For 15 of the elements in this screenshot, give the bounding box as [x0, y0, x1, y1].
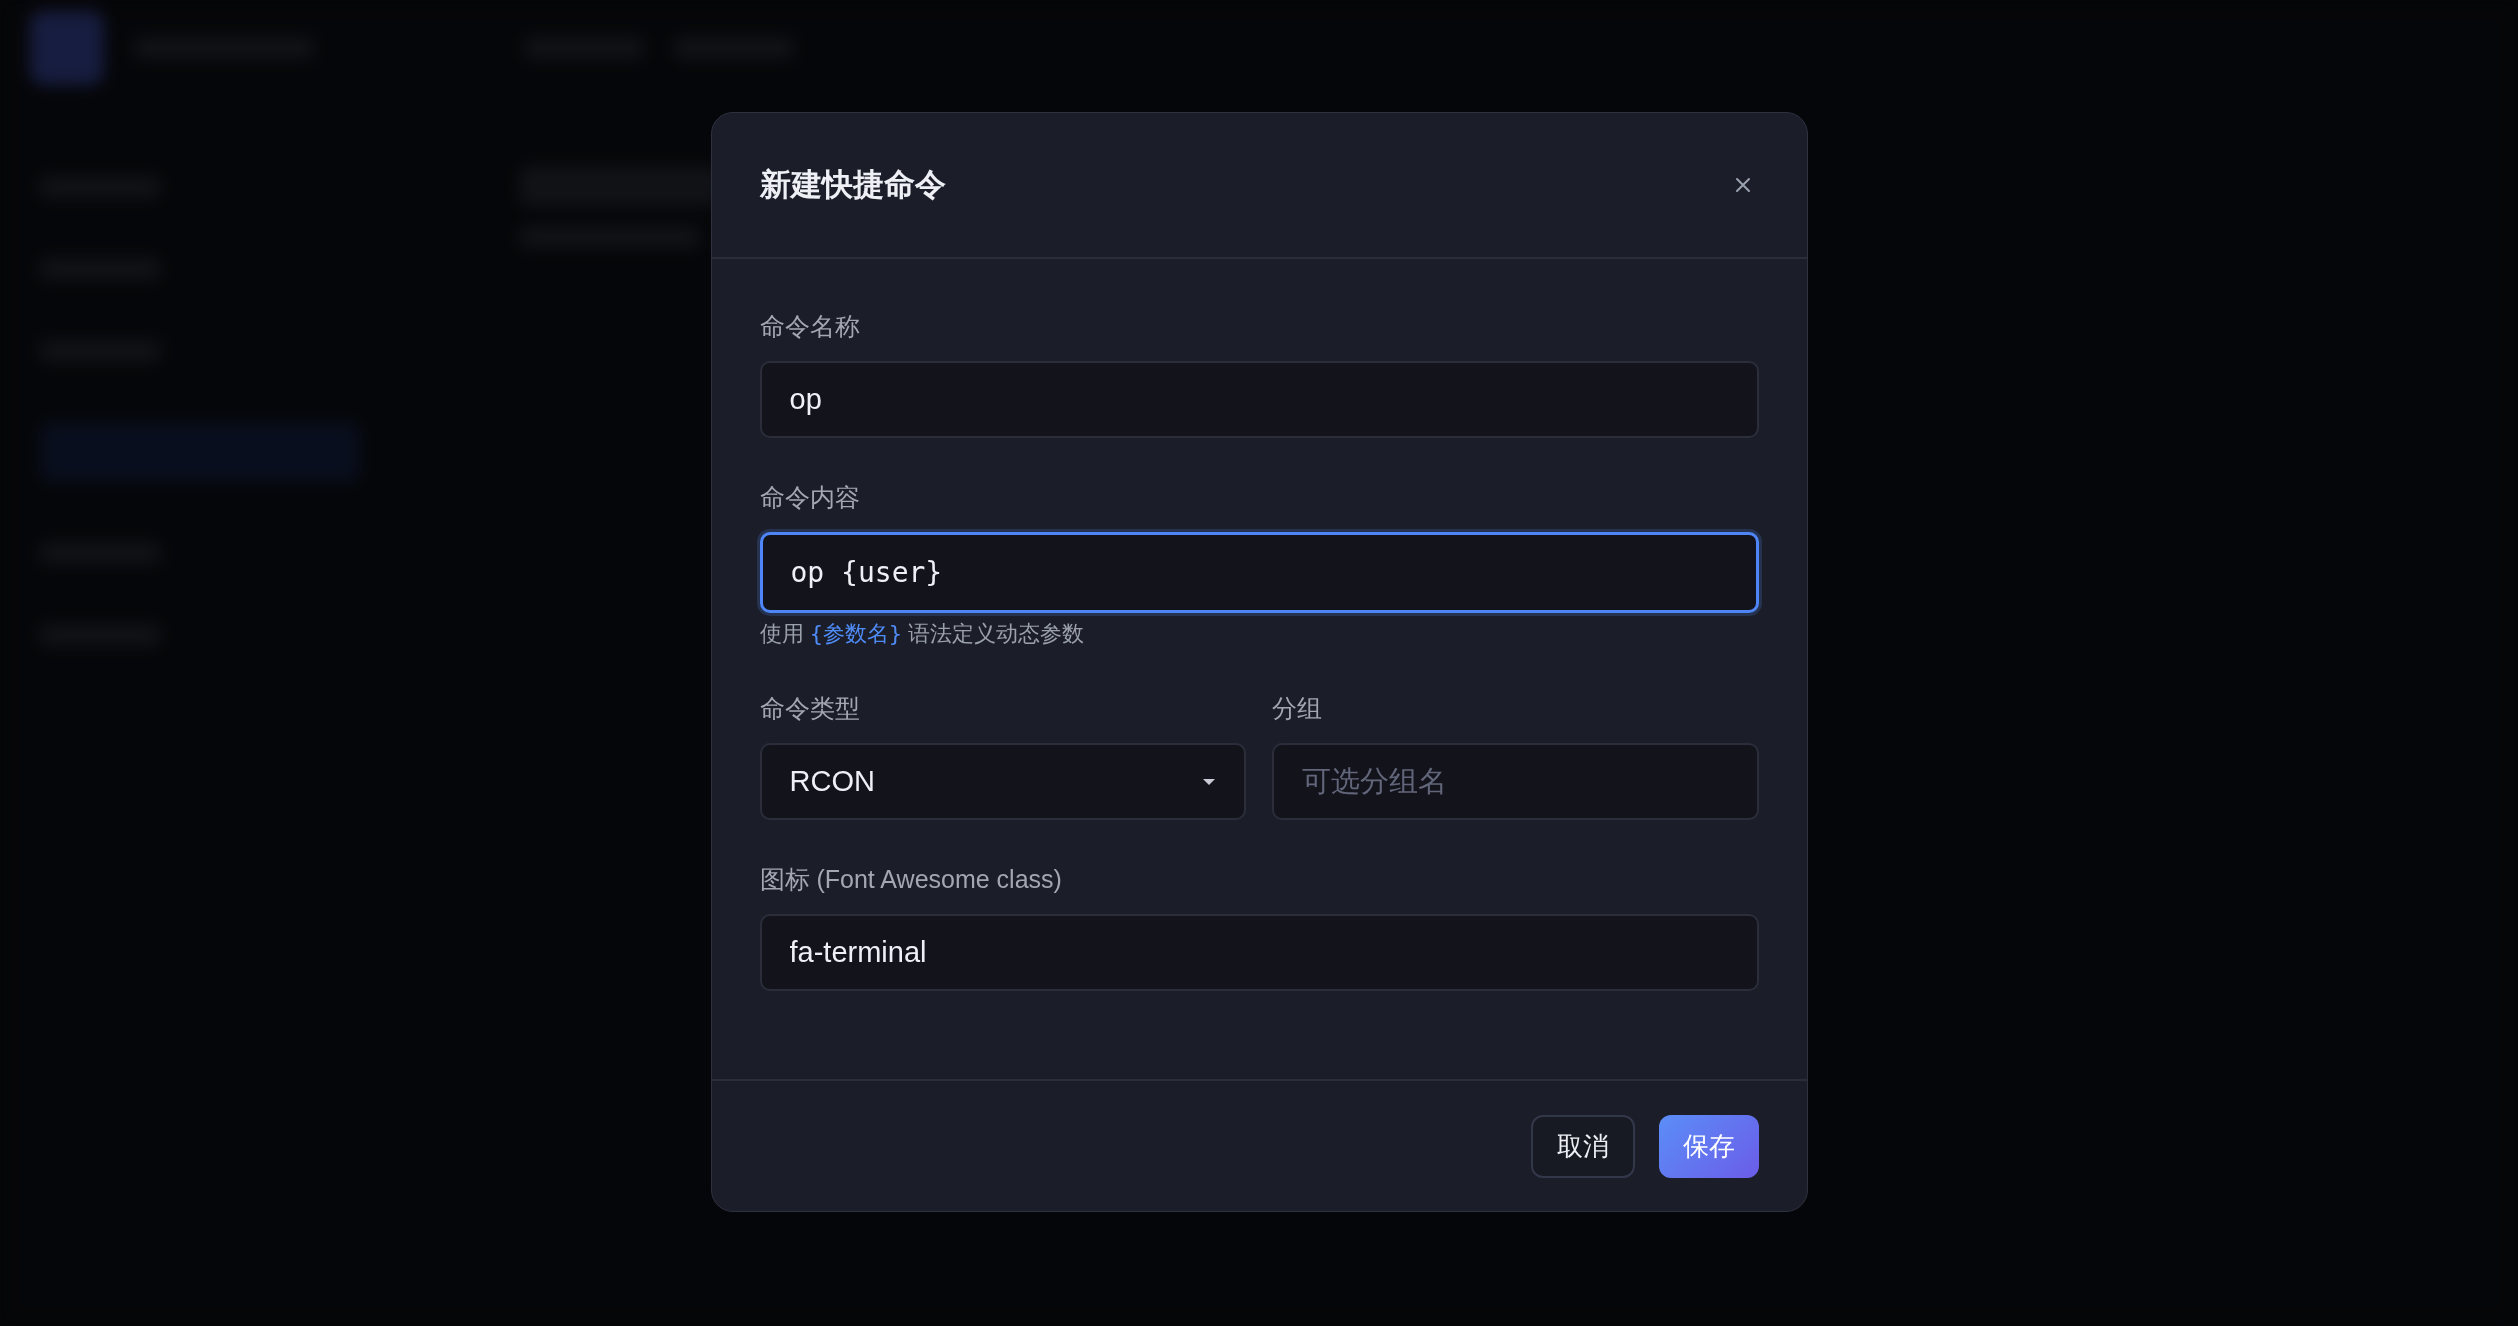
field-label: 分组: [1272, 693, 1323, 724]
cancel-button[interactable]: 取消: [1530, 1114, 1635, 1178]
caret-icon: [1202, 777, 1216, 786]
command-input[interactable]: op {user}: [759, 532, 1759, 613]
save-button[interactable]: 保存: [1658, 1114, 1759, 1178]
hint-text: 使用 {参数名} 语法定义动态参数: [759, 620, 1086, 648]
dropdown[interactable]: RCON: [759, 743, 1246, 820]
field-label: 命令类型: [759, 693, 861, 724]
dialog-title: 新建快捷命令: [759, 166, 946, 204]
field-label: 命令内容: [759, 482, 861, 513]
text-input[interactable]: op: [759, 361, 1759, 438]
field-label: 命令名称: [759, 311, 861, 342]
field-label: 图标 (Font Awesome class): [759, 864, 1063, 895]
text-input[interactable]: fa-terminal: [759, 914, 1759, 991]
text-input[interactable]: 可选分组名: [1272, 743, 1759, 820]
